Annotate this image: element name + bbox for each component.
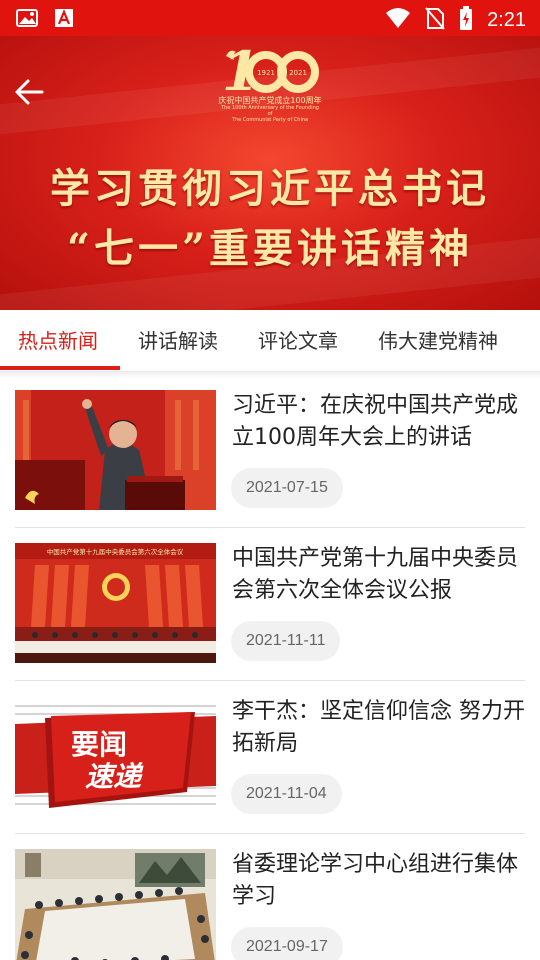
badge-text-line2: 速递 xyxy=(85,760,144,793)
news-item[interactable]: 习近平：在庆祝中国共产党成立100周年大会上的讲话 2021-07-15 xyxy=(15,378,525,528)
pdf-icon xyxy=(54,8,74,32)
news-title[interactable]: 省委理论学习中心组进行集体学习 xyxy=(232,849,525,913)
news-thumbnail xyxy=(15,390,216,510)
logo-caption-en: The Communist Party of China xyxy=(231,117,309,123)
meeting-banner-text: 中国共产党第十九届中央委员会第六次全体会议 xyxy=(47,547,184,556)
category-tabs: 热点新闻 讲话解读 评论文章 伟大建党精神 xyxy=(0,310,540,372)
logo-caption: 庆祝中国共产党成立100周年 The 100th Anniversary of … xyxy=(218,96,322,123)
news-title[interactable]: 习近平：在庆祝中国共产党成立100周年大会上的讲话 xyxy=(232,390,525,454)
news-date: 2021-11-11 xyxy=(231,621,341,661)
active-tab-indicator xyxy=(0,366,120,370)
logo-year-left: 1921 xyxy=(257,69,275,77)
gallery-icon xyxy=(16,8,38,32)
status-bar: 2:21 xyxy=(0,0,540,36)
divider xyxy=(15,527,525,528)
divider xyxy=(15,680,525,681)
wifi-icon xyxy=(385,7,411,33)
news-title[interactable]: 中国共产党第十九届中央委员会第六次全体会议公报 xyxy=(232,543,525,607)
svg-text:1: 1 xyxy=(222,42,260,102)
logo-caption-en: The 100th Anniversary of the Founding of xyxy=(221,105,319,117)
divider xyxy=(15,833,525,834)
battery-charging-icon xyxy=(459,6,473,34)
logo-caption-cn: 庆祝中国共产党成立100周年 xyxy=(218,96,322,105)
news-thumbnail: 要闻 速递 xyxy=(15,696,216,816)
banner-title-line1: 学习贯彻习近平总书记 xyxy=(50,165,490,212)
news-thumbnail xyxy=(15,849,216,960)
news-thumbnail: 中国共产党第十九届中央委员会第六次全体会议 xyxy=(15,543,216,663)
news-date: 2021-07-15 xyxy=(231,468,343,508)
tab-party-spirit[interactable]: 伟大建党精神 xyxy=(378,310,498,372)
header-banner: 1 1921 2021 庆祝中国共产党成立100周年 The 100th Ann… xyxy=(0,36,540,310)
news-date: 2021-11-04 xyxy=(231,774,342,814)
logo-year-right: 2021 xyxy=(289,69,307,77)
status-time: 2:21 xyxy=(487,8,526,31)
tab-commentary[interactable]: 评论文章 xyxy=(258,310,338,372)
no-sim-icon xyxy=(425,6,445,34)
tab-hot-news[interactable]: 热点新闻 xyxy=(18,310,98,372)
news-item[interactable]: 中国共产党第十九届中央委员会第六次全体会议 中国共产党第十九届中央委员会第六次全… xyxy=(15,531,525,681)
news-item[interactable]: 省委理论学习中心组进行集体学习 2021-09-17 xyxy=(15,837,525,960)
back-button[interactable] xyxy=(12,74,48,110)
banner-title-line2: “七一”重要讲话精神 xyxy=(66,225,473,272)
tab-speech-interpretation[interactable]: 讲话解读 xyxy=(138,310,218,372)
badge-text-line1: 要闻 xyxy=(71,728,127,761)
news-title[interactable]: 李干杰：坚定信仰信念 努力开拓新局 xyxy=(232,696,525,760)
arrow-left-icon xyxy=(15,79,44,105)
news-date: 2021-09-17 xyxy=(231,927,343,960)
news-item[interactable]: 要闻 速递 李干杰：坚定信仰信念 努力开拓新局 2021-11-04 xyxy=(15,684,525,834)
